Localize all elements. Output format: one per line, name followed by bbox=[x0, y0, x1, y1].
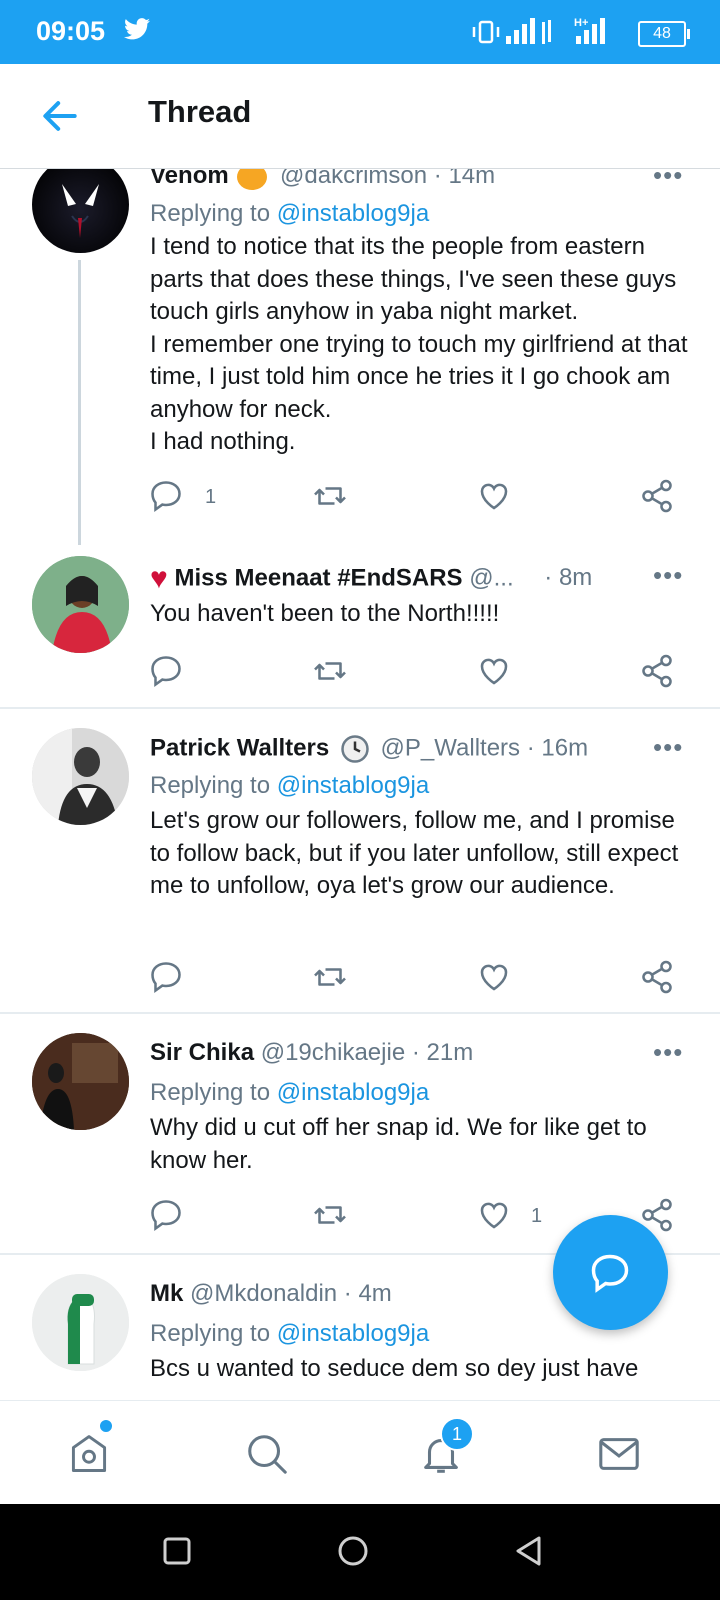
circle-icon[interactable] bbox=[337, 1535, 369, 1567]
tweet-handle[interactable]: @... bbox=[469, 564, 513, 591]
retweet-icon[interactable] bbox=[311, 959, 349, 995]
notifications-badge: 1 bbox=[440, 1417, 474, 1451]
battery-indicator: 48 bbox=[638, 21, 690, 47]
more-icon[interactable]: ••• bbox=[653, 168, 683, 191]
share-icon[interactable] bbox=[639, 959, 675, 995]
clock-emoji-icon bbox=[341, 735, 369, 763]
status-bar: 09:05 H+ 48 bbox=[0, 0, 720, 64]
avatar[interactable] bbox=[32, 728, 129, 825]
replying-prefix: Replying to bbox=[150, 772, 271, 799]
share-icon[interactable] bbox=[639, 478, 675, 514]
replying-to-link[interactable]: @instablog9ja bbox=[277, 772, 429, 799]
tweet-time: · 14m bbox=[433, 168, 496, 189]
divider bbox=[0, 1012, 720, 1014]
tweet-meta: Mk @Mkdonaldin · 4m bbox=[150, 1280, 392, 1308]
tweet-author-name[interactable]: Patrick Wallters bbox=[150, 734, 329, 761]
tweet-meta: ♥ Miss Meenaat #EndSARS @... · 8m bbox=[150, 562, 592, 596]
bottom-nav: 1 bbox=[0, 1400, 720, 1505]
tweet-text: Let's grow our followers, follow me, and… bbox=[150, 807, 679, 899]
mail-icon[interactable] bbox=[596, 1431, 642, 1477]
replying-to: Replying to @instablog9ja bbox=[150, 200, 429, 228]
triangle-back-icon[interactable] bbox=[513, 1535, 545, 1567]
replying-to-link[interactable]: @instablog9ja bbox=[277, 1079, 429, 1106]
tweet-author-name[interactable]: Sir Chika bbox=[150, 1039, 254, 1066]
avatar[interactable] bbox=[32, 1033, 129, 1130]
like-icon[interactable] bbox=[476, 1197, 512, 1233]
person-avatar-icon bbox=[32, 1033, 129, 1130]
tweet-text: Bcs u wanted to seduce dem so dey just h… bbox=[150, 1355, 639, 1382]
crown-emoji-icon bbox=[237, 168, 268, 190]
tweet-meta: Patrick Wallters @P_Wallters · 16m bbox=[150, 734, 588, 764]
tweet-meta: Sir Chika @19chikaejie · 21m bbox=[150, 1039, 473, 1067]
search-icon[interactable] bbox=[244, 1431, 290, 1477]
tweet-text: I tend to notice that its the people fro… bbox=[150, 233, 688, 455]
replying-to: Replying to @instablog9ja bbox=[150, 772, 429, 800]
reply-count: 1 bbox=[205, 486, 217, 508]
home-unread-dot bbox=[98, 1418, 114, 1434]
tweet-time: · 16m bbox=[526, 734, 589, 762]
replying-to: Replying to @instablog9ja bbox=[150, 1320, 429, 1348]
tweet-author-name[interactable]: Venom bbox=[150, 168, 229, 189]
reply-icon[interactable] bbox=[148, 653, 184, 689]
replying-to: Replying to @instablog9ja bbox=[150, 1079, 429, 1107]
replying-prefix: Replying to bbox=[150, 200, 271, 227]
app-header: Thread bbox=[0, 64, 720, 169]
more-icon[interactable]: ••• bbox=[653, 1037, 683, 1068]
square-icon[interactable] bbox=[163, 1537, 191, 1565]
tweet-author-name[interactable]: Miss Meenaat #EndSARS bbox=[174, 564, 462, 591]
back-arrow-icon[interactable] bbox=[38, 94, 82, 138]
retweet-icon[interactable] bbox=[311, 1197, 349, 1233]
home-icon[interactable] bbox=[67, 1431, 111, 1477]
like-icon[interactable] bbox=[476, 959, 512, 995]
replying-to-link[interactable]: @instablog9ja bbox=[277, 1320, 429, 1347]
tweet-handle[interactable]: @dakcrimson bbox=[280, 168, 427, 189]
retweet-icon[interactable] bbox=[311, 478, 349, 514]
replying-prefix: Replying to bbox=[150, 1079, 271, 1106]
system-nav-bar bbox=[0, 1504, 720, 1600]
tweet-actions bbox=[0, 653, 720, 693]
status-time: 09:05 bbox=[36, 16, 106, 46]
tweet-handle[interactable]: @P_Wallters bbox=[381, 734, 521, 761]
like-icon[interactable] bbox=[476, 478, 512, 514]
replying-to-link[interactable]: @instablog9ja bbox=[277, 200, 429, 227]
tweet-handle[interactable]: @Mkdonaldin bbox=[190, 1280, 337, 1307]
avatar[interactable] bbox=[32, 556, 129, 653]
share-icon[interactable] bbox=[639, 653, 675, 689]
like-count: 1 bbox=[531, 1205, 543, 1227]
heart-emoji-icon: ♥ bbox=[150, 562, 168, 595]
tweet-actions bbox=[0, 959, 720, 999]
avatar[interactable] bbox=[32, 168, 129, 253]
compose-icon bbox=[591, 1254, 629, 1293]
reply-icon[interactable] bbox=[148, 1197, 184, 1233]
more-icon[interactable]: ••• bbox=[653, 560, 683, 591]
person-avatar-icon bbox=[32, 556, 129, 653]
retweet-icon[interactable] bbox=[311, 653, 349, 689]
svg-text:H+: H+ bbox=[574, 17, 588, 29]
tweet-time: · 8m bbox=[544, 564, 593, 592]
tweet-text: Why did u cut off her snap id. We for li… bbox=[150, 1114, 647, 1174]
twitter-bird-icon bbox=[124, 18, 150, 40]
signal-icon: H+ bbox=[472, 17, 605, 44]
tweet-meta: Venom @dakcrimson · 14m bbox=[150, 168, 495, 190]
tweet-handle[interactable]: @19chikaejie bbox=[261, 1039, 405, 1066]
more-icon[interactable]: ••• bbox=[653, 732, 683, 763]
divider bbox=[0, 707, 720, 709]
reply-icon[interactable] bbox=[148, 959, 184, 995]
tweet-author-name[interactable]: Mk bbox=[150, 1280, 183, 1307]
venom-avatar-icon bbox=[62, 184, 99, 238]
person-avatar-icon bbox=[32, 728, 129, 825]
compose-button[interactable] bbox=[553, 1215, 668, 1330]
tweet-text: You haven't been to the North!!!!! bbox=[150, 600, 500, 627]
like-icon[interactable] bbox=[476, 653, 512, 689]
replying-prefix: Replying to bbox=[150, 1320, 271, 1347]
tweet-time: · 21m bbox=[411, 1039, 474, 1066]
fist-flag-avatar-icon bbox=[32, 1274, 129, 1371]
tweet-actions: 1 bbox=[0, 478, 720, 518]
avatar[interactable] bbox=[32, 1274, 129, 1371]
tweet-time: · 4m bbox=[343, 1280, 392, 1307]
reply-icon[interactable] bbox=[148, 478, 184, 514]
page-title: Thread bbox=[148, 94, 252, 129]
